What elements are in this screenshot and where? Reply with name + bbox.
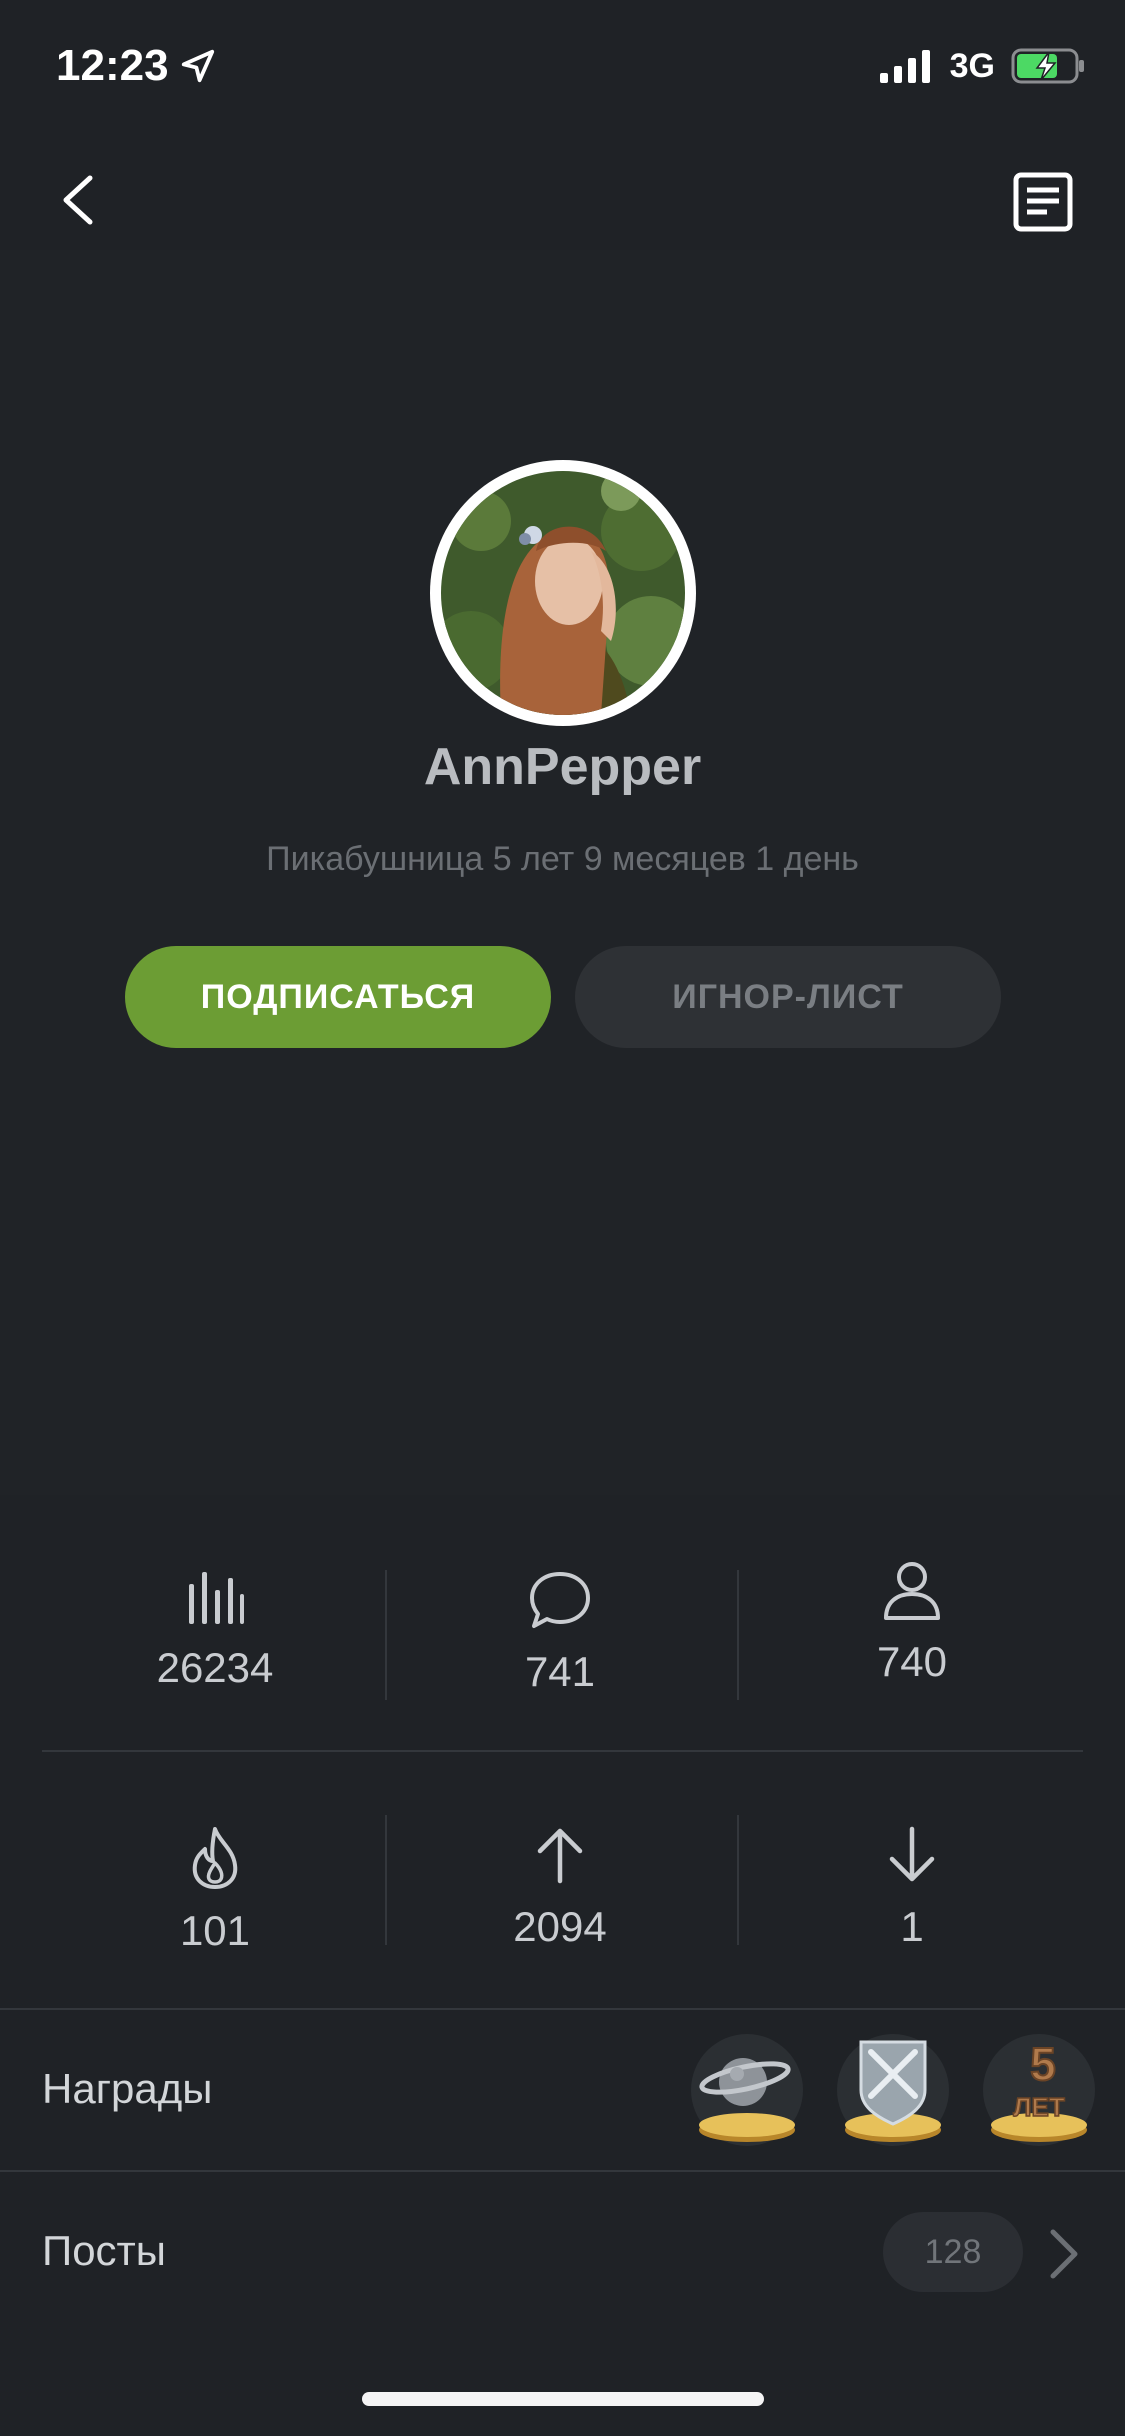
arrow-up-icon [537, 1828, 583, 1884]
tenure-text: Пикабушница 5 лет 9 месяцев 1 день [266, 840, 859, 878]
stat-pluses: 2094 [385, 1825, 735, 1951]
battery-charging-icon [1011, 48, 1084, 84]
stat-comments: 741 [385, 1570, 735, 1696]
stats-panel: 26234 741 740 101 2094 1 [0, 1495, 1125, 2010]
network-type: 3G [949, 46, 995, 85]
back-button[interactable] [50, 170, 110, 230]
posts-count-badge: 128 [883, 2212, 1023, 2292]
signal-icon [879, 50, 930, 83]
username: AnnPepper [423, 738, 702, 796]
stat-rating: 26234 [40, 1570, 390, 1692]
awards-list: 5 ЛЕТ [689, 2032, 1097, 2148]
rating-bars-icon [189, 1572, 244, 1624]
stat-value: 26234 [156, 1644, 274, 1691]
notes-button[interactable] [1011, 170, 1075, 234]
fire-icon [192, 1827, 238, 1889]
clock: 12:23 [56, 41, 169, 90]
stat-value: 1 [900, 1903, 924, 1950]
status-time: 12:23 [56, 41, 217, 91]
posts-row[interactable]: Посты 128 [0, 2170, 1125, 2330]
awards-label: Награды [42, 2065, 213, 2112]
stat-hot: 101 [40, 1825, 390, 1955]
svg-text:5: 5 [1030, 2038, 1056, 2090]
divider [42, 1750, 1083, 1752]
shield-swords-award-icon[interactable] [835, 2032, 951, 2148]
comment-icon [530, 1572, 590, 1628]
stat-minuses: 1 [737, 1825, 1087, 1951]
avatar[interactable] [430, 460, 696, 726]
status-indicators: 3G [879, 46, 1085, 86]
profile-header: AnnPepper Пикабушница 5 лет 9 месяцев 1 … [0, 250, 1125, 1495]
avatar-photo [441, 471, 685, 715]
svg-text:ЛЕТ: ЛЕТ [1013, 2092, 1065, 2122]
top-bar [0, 150, 1125, 250]
home-indicator[interactable] [362, 2392, 764, 2406]
chevron-left-icon [63, 175, 93, 225]
stat-value: 741 [524, 1648, 596, 1695]
stat-value: 740 [876, 1638, 948, 1685]
stat-value: 2094 [513, 1903, 607, 1950]
posts-label: Посты [42, 2227, 166, 2274]
planet-award-icon[interactable] [689, 2032, 805, 2148]
stat-value: 101 [179, 1907, 251, 1954]
five-years-award-icon[interactable]: 5 ЛЕТ [981, 2032, 1097, 2148]
awards-row[interactable]: Награды 5 ЛЕТ [0, 2008, 1125, 2168]
stat-subscribers: 740 [737, 1560, 1087, 1686]
subscribe-button[interactable]: ПОДПИСАТЬСЯ [125, 946, 551, 1048]
location-arrow-icon [181, 49, 214, 83]
user-icon [884, 1562, 940, 1620]
notes-icon [1013, 172, 1073, 232]
chevron-right-icon [1050, 2229, 1078, 2279]
status-bar: 12:23 3G [0, 0, 1125, 132]
arrow-down-icon [889, 1826, 935, 1882]
ignore-list-button[interactable]: ИГНОР-ЛИСТ [575, 946, 1001, 1048]
